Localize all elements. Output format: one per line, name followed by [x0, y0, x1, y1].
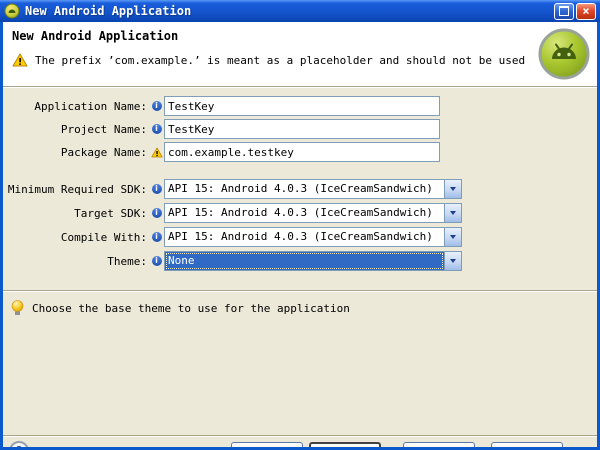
- theme-combo[interactable]: None: [164, 251, 462, 271]
- wizard-form: Application Name: i Project Name: i Pack…: [3, 96, 597, 275]
- info-icon: i: [152, 184, 162, 194]
- field-decorator: i: [149, 232, 164, 242]
- field-decorator: i: [149, 256, 164, 266]
- field-decorator: i: [149, 101, 164, 111]
- hint-row: Choose the base theme to use for the app…: [11, 300, 350, 317]
- form-row-minimum-required-sdk: Minimum Required SDK: i API 15: Android …: [3, 179, 597, 199]
- warning-message-row: The prefix ’com.example.’ is meant as a …: [12, 53, 525, 67]
- cancel-button[interactable]: Cancel: [491, 442, 563, 447]
- wizard-header: New Android Application The prefix ’com.…: [3, 22, 597, 86]
- lightbulb-icon: [11, 300, 24, 317]
- combo-dropdown-arrow-icon[interactable]: [444, 252, 461, 270]
- form-row-project-name: Project Name: i: [3, 119, 597, 139]
- info-icon: i: [152, 101, 162, 111]
- help-button[interactable]: ?: [9, 441, 29, 447]
- form-row-package-name: Package Name:: [3, 142, 597, 162]
- dialog-content: New Android Application The prefix ’com.…: [3, 22, 597, 447]
- form-gap: [3, 165, 597, 179]
- info-icon: i: [152, 232, 162, 242]
- back-button[interactable]: < Back: [231, 442, 303, 447]
- field-decorator: i: [149, 208, 164, 218]
- theme-label: Theme:: [5, 255, 149, 268]
- warning-icon: [12, 53, 28, 67]
- field-decorator: i: [149, 124, 164, 134]
- titlebar[interactable]: New Android Application ×: [0, 0, 600, 22]
- new-android-application-dialog: New Android Application × New Android Ap…: [0, 0, 600, 450]
- project-name-input[interactable]: [164, 119, 440, 139]
- wizard-title: New Android Application: [12, 29, 178, 43]
- form-row-target-sdk: Target SDK: i API 15: Android 4.0.3 (Ice…: [3, 203, 597, 223]
- minimum-required-sdk-value: API 15: Android 4.0.3 (IceCreamSandwich): [165, 180, 444, 198]
- info-icon: i: [152, 256, 162, 266]
- target-sdk-combo[interactable]: API 15: Android 4.0.3 (IceCreamSandwich): [164, 203, 462, 223]
- combo-dropdown-arrow-icon[interactable]: [444, 204, 461, 222]
- form-row-compile-with: Compile With: i API 15: Android 4.0.3 (I…: [3, 227, 597, 247]
- compile-with-combo[interactable]: API 15: Android 4.0.3 (IceCreamSandwich): [164, 227, 462, 247]
- field-decorator: [149, 147, 164, 158]
- window-title: New Android Application: [25, 4, 554, 18]
- target-sdk-label: Target SDK:: [5, 207, 149, 220]
- theme-value: None: [165, 252, 444, 270]
- compile-with-label: Compile With:: [5, 231, 149, 244]
- form-row-application-name: Application Name: i: [3, 96, 597, 116]
- maximize-button[interactable]: [554, 3, 574, 20]
- compile-with-value: API 15: Android 4.0.3 (IceCreamSandwich): [165, 228, 444, 246]
- hint-text: Choose the base theme to use for the app…: [32, 302, 350, 315]
- warning-icon: [151, 147, 163, 158]
- form-row-theme: Theme: i None: [3, 251, 597, 271]
- window-controls: ×: [554, 3, 596, 20]
- info-icon: i: [152, 208, 162, 218]
- project-name-label: Project Name:: [5, 123, 149, 136]
- maximize-icon: [559, 6, 569, 16]
- minimum-required-sdk-label: Minimum Required SDK:: [5, 183, 149, 196]
- close-button[interactable]: ×: [576, 3, 596, 20]
- package-name-label: Package Name:: [5, 146, 149, 159]
- field-decorator: i: [149, 184, 164, 194]
- application-name-label: Application Name:: [5, 100, 149, 113]
- footer-buttons: < Back Next > Finish Cancel: [231, 442, 563, 447]
- finish-button[interactable]: Finish: [403, 442, 475, 447]
- close-icon: ×: [582, 5, 589, 17]
- minimum-required-sdk-combo[interactable]: API 15: Android 4.0.3 (IceCreamSandwich): [164, 179, 462, 199]
- target-sdk-value: API 15: Android 4.0.3 (IceCreamSandwich): [165, 204, 444, 222]
- android-wizard-icon: [4, 3, 20, 19]
- warning-message-text: The prefix ’com.example.’ is meant as a …: [35, 54, 525, 67]
- application-name-input[interactable]: [164, 96, 440, 116]
- package-name-input[interactable]: [164, 142, 440, 162]
- footer-bar: ? < Back Next > Finish Cancel: [3, 435, 597, 447]
- info-icon: i: [152, 124, 162, 134]
- separator-line: [3, 290, 597, 292]
- android-logo-icon: [537, 27, 591, 81]
- combo-dropdown-arrow-icon[interactable]: [444, 180, 461, 198]
- combo-dropdown-arrow-icon[interactable]: [444, 228, 461, 246]
- next-button[interactable]: Next >: [309, 442, 381, 447]
